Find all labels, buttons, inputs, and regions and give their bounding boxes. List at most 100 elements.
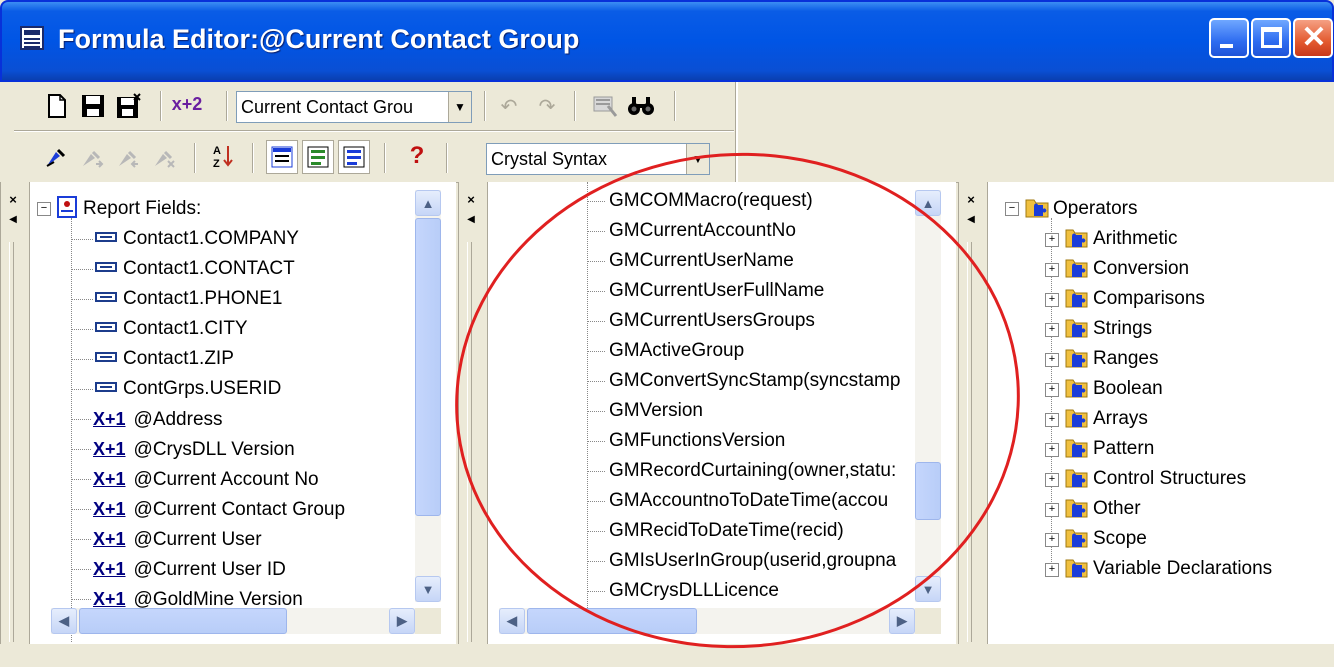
function-item[interactable]: GMCurrentUserFullName	[609, 276, 909, 306]
help-button[interactable]: ?	[402, 140, 432, 172]
function-item[interactable]: GMIsUserInGroup(userid,groupna	[609, 546, 909, 576]
function-item[interactable]: GMConvertSyncStamp(syncstamp	[609, 366, 909, 396]
chevron-down-icon[interactable]: ▼	[686, 144, 709, 174]
new-document-icon[interactable]	[42, 90, 72, 122]
sort-trees-icon[interactable]: AZ	[208, 140, 238, 172]
operator-category-item[interactable]: Arrays	[1065, 404, 1148, 434]
scroll-right-icon[interactable]: ▶	[889, 608, 915, 634]
expand-icon[interactable]: +	[1045, 443, 1059, 457]
scroll-thumb[interactable]	[915, 462, 941, 520]
expand-icon[interactable]: +	[1045, 473, 1059, 487]
function-item[interactable]: GMCOMMacro(request)	[609, 186, 909, 216]
expand-icon[interactable]: +	[1045, 353, 1059, 367]
function-item[interactable]: GMAccountnoToDateTime(accou	[609, 486, 909, 516]
tree-root-operators[interactable]: Operators	[1025, 194, 1137, 224]
field-item[interactable]: Contact1.PHONE1	[95, 284, 282, 314]
collapse-pane-icon[interactable]: ◀	[463, 212, 479, 228]
operator-category-item[interactable]: Scope	[1065, 524, 1147, 554]
formula-item[interactable]: X+1 @Current User	[93, 524, 262, 554]
operator-category-item[interactable]: Arithmetic	[1065, 224, 1177, 254]
scroll-left-icon[interactable]: ◀	[51, 608, 77, 634]
toggle-function-tree-icon[interactable]	[302, 140, 334, 174]
expand-icon[interactable]: +	[1045, 293, 1059, 307]
scroll-thumb[interactable]	[79, 608, 287, 634]
function-item[interactable]: GMRecidToDateTime(recid)	[609, 516, 909, 546]
toggle-field-tree-icon[interactable]	[266, 140, 298, 174]
scroll-right-icon[interactable]: ▶	[389, 608, 415, 634]
close-pane-icon[interactable]: ×	[463, 192, 479, 208]
operator-category-item[interactable]: Comparisons	[1065, 284, 1205, 314]
field-item[interactable]: Contact1.CONTACT	[95, 254, 295, 284]
formula-item[interactable]: X+1 @Current Account No	[93, 464, 319, 494]
function-item[interactable]: GMActiveGroup	[609, 336, 909, 366]
expand-icon[interactable]: +	[1045, 413, 1059, 427]
expand-icon[interactable]: +	[1045, 503, 1059, 517]
field-item[interactable]: ContGrps.USERID	[95, 374, 281, 404]
close-pane-icon[interactable]: ×	[5, 192, 21, 208]
formula-item[interactable]: X+1 @CrysDLL Version	[93, 434, 295, 464]
next-bookmark-icon[interactable]	[78, 142, 108, 174]
scroll-thumb[interactable]	[415, 218, 441, 516]
field-item[interactable]: Contact1.COMPANY	[95, 224, 299, 254]
operator-category-item[interactable]: Pattern	[1065, 434, 1154, 464]
expand-icon[interactable]: +	[1045, 263, 1059, 277]
function-item[interactable]: GMCurrentUsersGroups	[609, 306, 909, 336]
operator-category-item[interactable]: Other	[1065, 494, 1141, 524]
expand-icon[interactable]: +	[1045, 323, 1059, 337]
field-item[interactable]: Contact1.CITY	[95, 314, 248, 344]
expand-icon[interactable]: +	[1045, 383, 1059, 397]
splitter-grip[interactable]	[467, 242, 472, 642]
save-icon[interactable]	[78, 90, 108, 122]
operator-category-item[interactable]: Variable Declarations	[1065, 554, 1272, 584]
operator-category-item[interactable]: Ranges	[1065, 344, 1159, 374]
chevron-down-icon[interactable]: ▼	[448, 92, 471, 122]
collapse-pane-icon[interactable]: ◀	[963, 212, 979, 228]
scroll-up-icon[interactable]: ▲	[915, 190, 941, 216]
clear-bookmarks-icon[interactable]	[150, 142, 180, 174]
formula-item[interactable]: X+1 @Current Contact Group	[93, 494, 345, 524]
redo-icon[interactable]: ↷	[532, 90, 562, 122]
function-item[interactable]: GMCurrentAccountNo	[609, 216, 909, 246]
operator-category-item[interactable]: Control Structures	[1065, 464, 1246, 494]
syntax-combo[interactable]: Crystal Syntax ▼	[486, 143, 710, 175]
check-formula-icon[interactable]: x+2	[172, 88, 203, 120]
undo-icon[interactable]: ↶	[494, 90, 524, 122]
collapse-pane-icon[interactable]: ◀	[5, 212, 21, 228]
fields-horizontal-scrollbar[interactable]: ◀ ▶	[51, 608, 415, 634]
toggle-bookmark-icon[interactable]	[42, 142, 72, 174]
fields-vertical-scrollbar[interactable]: ▲ ▼	[415, 190, 441, 602]
scroll-down-icon[interactable]: ▼	[415, 576, 441, 602]
maximize-button[interactable]	[1251, 18, 1291, 58]
minimize-button[interactable]	[1209, 18, 1249, 58]
splitter-grip[interactable]	[967, 242, 972, 642]
function-item[interactable]: GMCrysDLLLicence	[609, 576, 909, 606]
scroll-left-icon[interactable]: ◀	[499, 608, 525, 634]
find-icon[interactable]	[626, 90, 656, 122]
scroll-up-icon[interactable]: ▲	[415, 190, 441, 216]
close-button[interactable]: ✕	[1293, 18, 1333, 58]
formula-name-combo[interactable]: Current Contact Grou ▼	[236, 91, 472, 123]
operator-category-item[interactable]: Conversion	[1065, 254, 1189, 284]
operator-category-item[interactable]: Boolean	[1065, 374, 1163, 404]
field-item[interactable]: Contact1.ZIP	[95, 344, 234, 374]
function-item[interactable]: GMRecordCurtaining(owner,statu:	[609, 456, 909, 486]
previous-bookmark-icon[interactable]	[114, 142, 144, 174]
function-item[interactable]: GMFunctionsVersion	[609, 426, 909, 456]
toggle-operator-tree-icon[interactable]	[338, 140, 370, 174]
formula-item[interactable]: X+1 @Current User ID	[93, 554, 286, 584]
functions-horizontal-scrollbar[interactable]: ◀ ▶	[499, 608, 915, 634]
collapse-operators-icon[interactable]: −	[1005, 202, 1019, 216]
function-item[interactable]: GMCurrentUserName	[609, 246, 909, 276]
browse-data-icon[interactable]	[590, 90, 620, 122]
functions-vertical-scrollbar[interactable]: ▲ ▼	[915, 190, 941, 602]
formula-item[interactable]: X+1 @Address	[93, 404, 223, 434]
operator-category-item[interactable]: Strings	[1065, 314, 1152, 344]
tree-root-report-fields[interactable]: Report Fields:	[57, 194, 201, 224]
function-item[interactable]: GMVersion	[609, 396, 909, 426]
scroll-down-icon[interactable]: ▼	[915, 576, 941, 602]
save-and-close-icon[interactable]	[114, 90, 144, 122]
expand-icon[interactable]: +	[1045, 533, 1059, 547]
splitter-grip[interactable]	[9, 242, 14, 642]
expand-icon[interactable]: +	[1045, 563, 1059, 577]
collapse-report-fields-icon[interactable]: −	[37, 202, 51, 216]
